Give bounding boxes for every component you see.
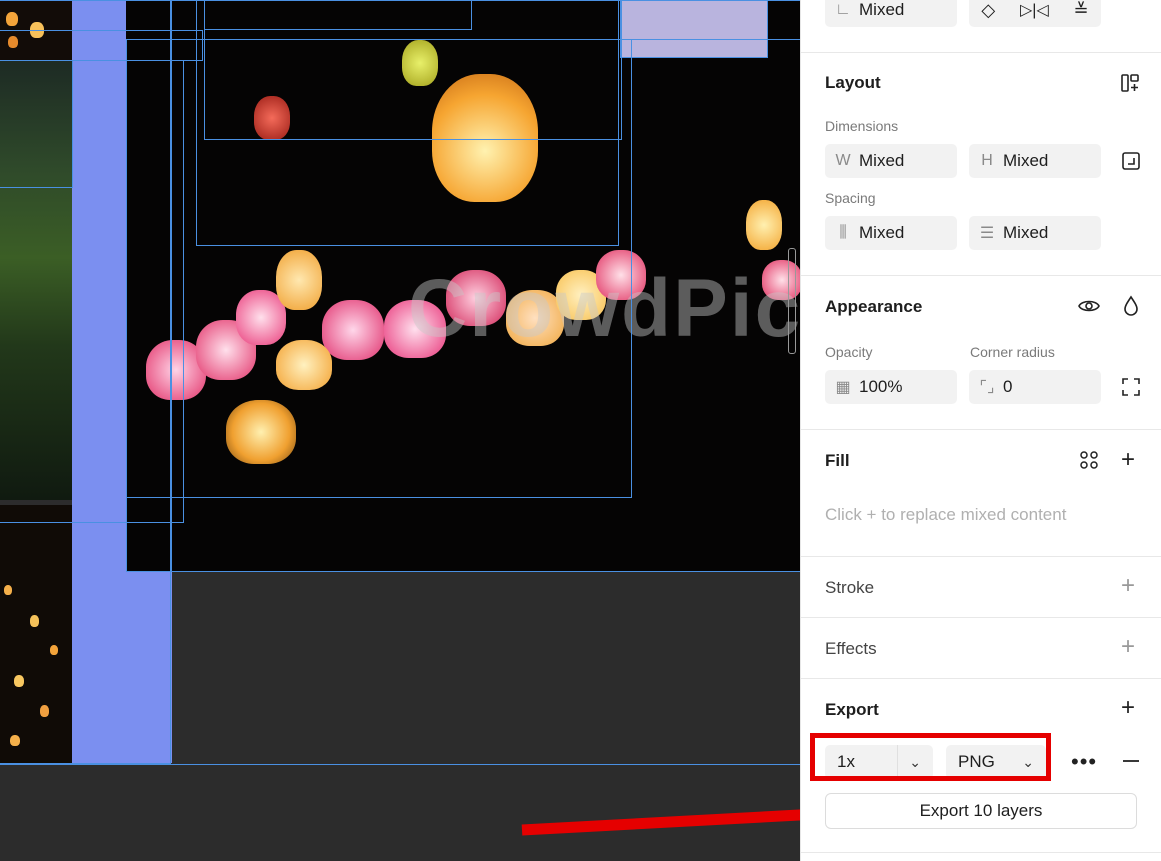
constraint-icon: ∟ (835, 1, 851, 18)
flip-horizontal-icon[interactable]: ▷|◁ (1020, 0, 1049, 20)
spacing-horizontal-icon: ⫼ (839, 224, 847, 241)
spacing-vertical-value: Mixed (1003, 223, 1049, 242)
opacity-icon: ▦ (835, 379, 851, 396)
selection-outline (620, 0, 768, 58)
more-icon[interactable]: ••• (1071, 751, 1097, 773)
dimensions-label: Dimensions (825, 118, 899, 134)
divider (801, 617, 1161, 618)
height-value: Mixed (1003, 151, 1049, 170)
corner-radius-icon: ⌜⌟ (979, 379, 995, 396)
drop-icon[interactable] (1121, 295, 1141, 321)
divider (801, 275, 1161, 276)
corner-radius-label: Corner radius (970, 344, 1055, 360)
corner-radius-value: 0 (1003, 377, 1013, 396)
divider (801, 429, 1161, 430)
independent-corners-icon[interactable] (1121, 377, 1141, 401)
distribute-icon[interactable]: ≚ (1074, 0, 1089, 21)
stroke-title: Stroke (825, 578, 875, 597)
canvas-scroll-handle[interactable] (788, 248, 796, 354)
align-toolbar: ◇ ▷|◁ ≚ (969, 0, 1101, 27)
constraint-value: Mixed (859, 0, 905, 19)
red-highlight-box (810, 733, 1051, 781)
fill-hint: Click + to replace mixed content (825, 505, 1067, 524)
selection-outline (204, 0, 622, 140)
design-canvas[interactable]: CrowdPic (0, 0, 800, 861)
height-prefix: H (981, 152, 993, 169)
effects-title: Effects (825, 639, 877, 658)
resize-icon[interactable] (1121, 151, 1141, 175)
export-plus-icon[interactable]: + (1121, 696, 1135, 720)
eye-icon[interactable] (1077, 296, 1101, 320)
appearance-title: Appearance (825, 297, 923, 316)
fill-title: Fill (825, 451, 850, 470)
export-layers-button[interactable]: Export 10 layers (825, 793, 1137, 829)
spacing-horizontal-field[interactable]: ⫼ Mixed (825, 216, 957, 250)
opacity-field[interactable]: ▦ 100% (825, 370, 957, 404)
divider (801, 678, 1161, 679)
height-field[interactable]: H Mixed (969, 144, 1101, 178)
stroke-plus-icon[interactable]: + (1121, 574, 1135, 598)
layout-grid-icon[interactable] (1120, 73, 1140, 97)
align-icon[interactable]: ◇ (981, 0, 995, 21)
width-prefix: W (835, 152, 851, 169)
constraint-field[interactable]: ∟ Mixed (825, 0, 957, 27)
opacity-label: Opacity (825, 344, 873, 360)
width-value: Mixed (859, 151, 905, 170)
opacity-value: 100% (859, 377, 903, 396)
divider (801, 556, 1161, 557)
spacing-horizontal-value: Mixed (859, 223, 905, 242)
spacing-vertical-field[interactable]: ☰ Mixed (969, 216, 1101, 250)
divider (801, 52, 1161, 53)
spacing-label: Spacing (825, 190, 876, 206)
export-title: Export (825, 700, 879, 719)
layout-title: Layout (825, 73, 881, 92)
fill-plus-icon[interactable]: + (1121, 448, 1135, 472)
effects-plus-icon[interactable]: + (1121, 635, 1135, 659)
divider (801, 852, 1161, 853)
spacing-vertical-icon: ☰ (979, 225, 995, 242)
corner-radius-field[interactable]: ⌜⌟ 0 (969, 370, 1101, 404)
minus-icon[interactable] (1121, 751, 1141, 775)
properties-panel: ∟ Mixed ◇ ▷|◁ ≚ Layout Dimensions W Mixe… (800, 0, 1161, 861)
style-grid-icon[interactable] (1079, 450, 1099, 474)
width-field[interactable]: W Mixed (825, 144, 957, 178)
